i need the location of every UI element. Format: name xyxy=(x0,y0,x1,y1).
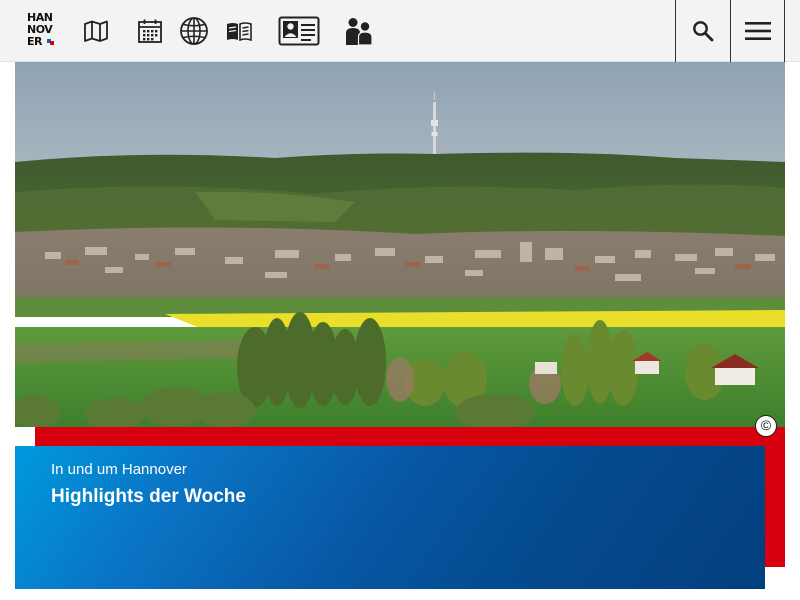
calendar-icon[interactable] xyxy=(136,14,164,48)
copyright-button[interactable]: © xyxy=(755,415,777,437)
search-button[interactable] xyxy=(675,0,730,62)
map-icon[interactable] xyxy=(82,14,110,48)
hero-image xyxy=(15,62,785,427)
site-header: HAN NOV ER xyxy=(0,0,800,62)
menu-button[interactable] xyxy=(730,0,785,62)
id-card-icon[interactable] xyxy=(277,14,321,48)
globe-icon[interactable] xyxy=(179,14,209,48)
search-icon xyxy=(693,21,714,42)
hannover-logo[interactable]: HAN NOV ER xyxy=(27,12,55,50)
hamburger-menu-icon xyxy=(744,22,771,40)
logo-mark-icon xyxy=(47,39,54,46)
teaser-headline[interactable]: Highlights der Woche xyxy=(51,486,246,508)
book-icon[interactable] xyxy=(225,14,253,48)
people-icon[interactable] xyxy=(343,14,375,48)
teaser-kicker[interactable]: In und um Hannover xyxy=(51,461,187,479)
landscape-photo xyxy=(15,62,785,427)
